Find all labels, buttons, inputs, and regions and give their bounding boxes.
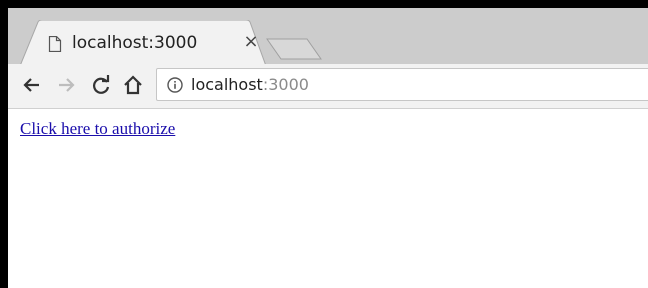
forward-arrow-icon[interactable] xyxy=(55,74,77,96)
back-arrow-icon[interactable] xyxy=(21,74,43,96)
browser-window: localhost:3000 × localhost:3000 Click he… xyxy=(0,0,648,288)
new-tab-button[interactable] xyxy=(266,38,322,60)
tab-strip: localhost:3000 × xyxy=(8,8,648,66)
page-content: Click here to authorize xyxy=(8,109,648,288)
tab-title: localhost:3000 xyxy=(72,33,198,53)
url-text[interactable]: localhost:3000 xyxy=(191,75,309,94)
url-port: :3000 xyxy=(262,75,309,94)
browser-tab[interactable]: localhost:3000 × xyxy=(20,20,266,66)
home-icon[interactable] xyxy=(122,74,144,96)
reload-icon[interactable] xyxy=(90,74,112,96)
authorize-link[interactable]: Click here to authorize xyxy=(20,119,175,139)
document-icon xyxy=(48,35,62,53)
address-bar[interactable]: localhost:3000 xyxy=(156,68,648,101)
info-icon[interactable] xyxy=(167,77,183,93)
navigation-toolbar: localhost:3000 xyxy=(8,64,648,109)
url-host: localhost xyxy=(191,75,263,94)
tab-close-button[interactable]: × xyxy=(242,33,260,51)
